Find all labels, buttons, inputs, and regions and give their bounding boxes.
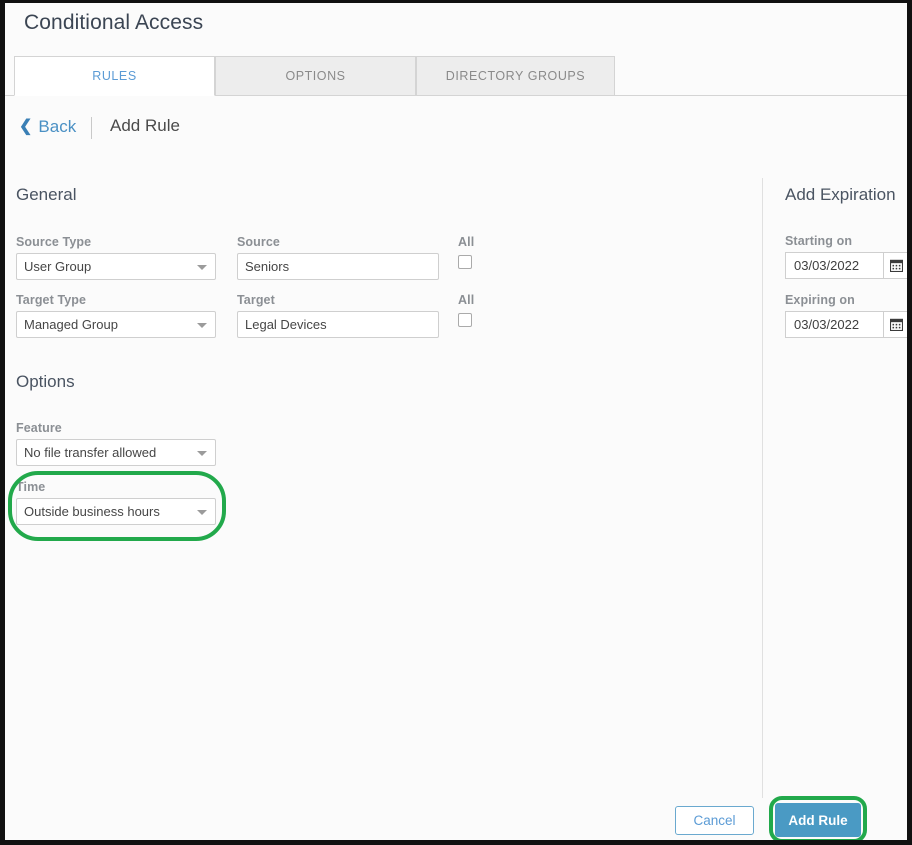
expiration-section-heading: Add Expiration — [785, 185, 896, 204]
tab-directory-groups-label: DIRECTORY GROUPS — [445, 69, 586, 83]
tab-options[interactable]: OPTIONS — [215, 56, 416, 96]
tab-directory-groups[interactable]: DIRECTORY GROUPS — [416, 56, 615, 96]
time-label: Time — [16, 480, 46, 494]
feature-label: Feature — [16, 421, 62, 435]
breadcrumb-current: Add Rule — [110, 116, 180, 135]
breadcrumb: ❮ Back Add Rule — [5, 113, 907, 151]
calendar-icon — [889, 259, 903, 272]
expiring-on-field — [785, 311, 907, 338]
options-section-heading: Options — [16, 372, 75, 391]
general-section-heading: General — [16, 185, 77, 204]
target-type-label: Target Type — [16, 293, 87, 307]
time-value: Outside business hours — [24, 504, 160, 519]
panel-divider — [762, 178, 763, 798]
chevron-down-icon — [197, 323, 207, 328]
screenshot-frame: Conditional Access RULES OPTIONS DIRECTO… — [0, 0, 912, 845]
feature-dropdown[interactable]: No file transfer allowed — [16, 439, 216, 466]
expiring-on-input[interactable] — [785, 311, 883, 338]
starting-on-label: Starting on — [785, 234, 853, 248]
source-type-dropdown[interactable]: User Group — [16, 253, 216, 280]
starting-on-calendar-button[interactable] — [883, 252, 907, 279]
source-input[interactable] — [237, 253, 439, 280]
add-rule-button[interactable]: Add Rule — [775, 803, 861, 837]
target-all-label: All — [458, 293, 475, 307]
tab-bar: RULES OPTIONS DIRECTORY GROUPS — [5, 56, 907, 96]
breadcrumb-separator — [91, 117, 92, 139]
back-label: Back — [38, 117, 77, 136]
expiring-on-calendar-button[interactable] — [883, 311, 907, 338]
tab-rules[interactable]: RULES — [14, 56, 215, 96]
target-label: Target — [237, 293, 275, 307]
chevron-down-icon — [197, 265, 207, 270]
target-input[interactable] — [237, 311, 439, 338]
source-all-checkbox[interactable] — [458, 255, 472, 269]
source-type-value: User Group — [24, 259, 92, 274]
back-button[interactable]: ❮ Back — [19, 117, 76, 137]
target-type-value: Managed Group — [24, 317, 118, 332]
chevron-down-icon — [197, 510, 207, 515]
expiring-on-label: Expiring on — [785, 293, 855, 307]
calendar-icon — [889, 318, 903, 331]
source-label: Source — [237, 235, 280, 249]
target-type-dropdown[interactable]: Managed Group — [16, 311, 216, 338]
chevron-down-icon — [197, 451, 207, 456]
tab-rules-label: RULES — [92, 69, 137, 83]
starting-on-field — [785, 252, 907, 279]
feature-value: No file transfer allowed — [24, 445, 157, 460]
conditional-access-app: Conditional Access RULES OPTIONS DIRECTO… — [5, 3, 907, 840]
cancel-button[interactable]: Cancel — [675, 806, 754, 835]
starting-on-input[interactable] — [785, 252, 883, 279]
page-title: Conditional Access — [24, 11, 204, 34]
chevron-left-icon: ❮ — [19, 118, 33, 135]
target-all-checkbox[interactable] — [458, 313, 472, 327]
source-type-label: Source Type — [16, 235, 92, 249]
time-dropdown[interactable]: Outside business hours — [16, 498, 216, 525]
tab-options-label: OPTIONS — [285, 69, 346, 83]
source-all-label: All — [458, 235, 475, 249]
